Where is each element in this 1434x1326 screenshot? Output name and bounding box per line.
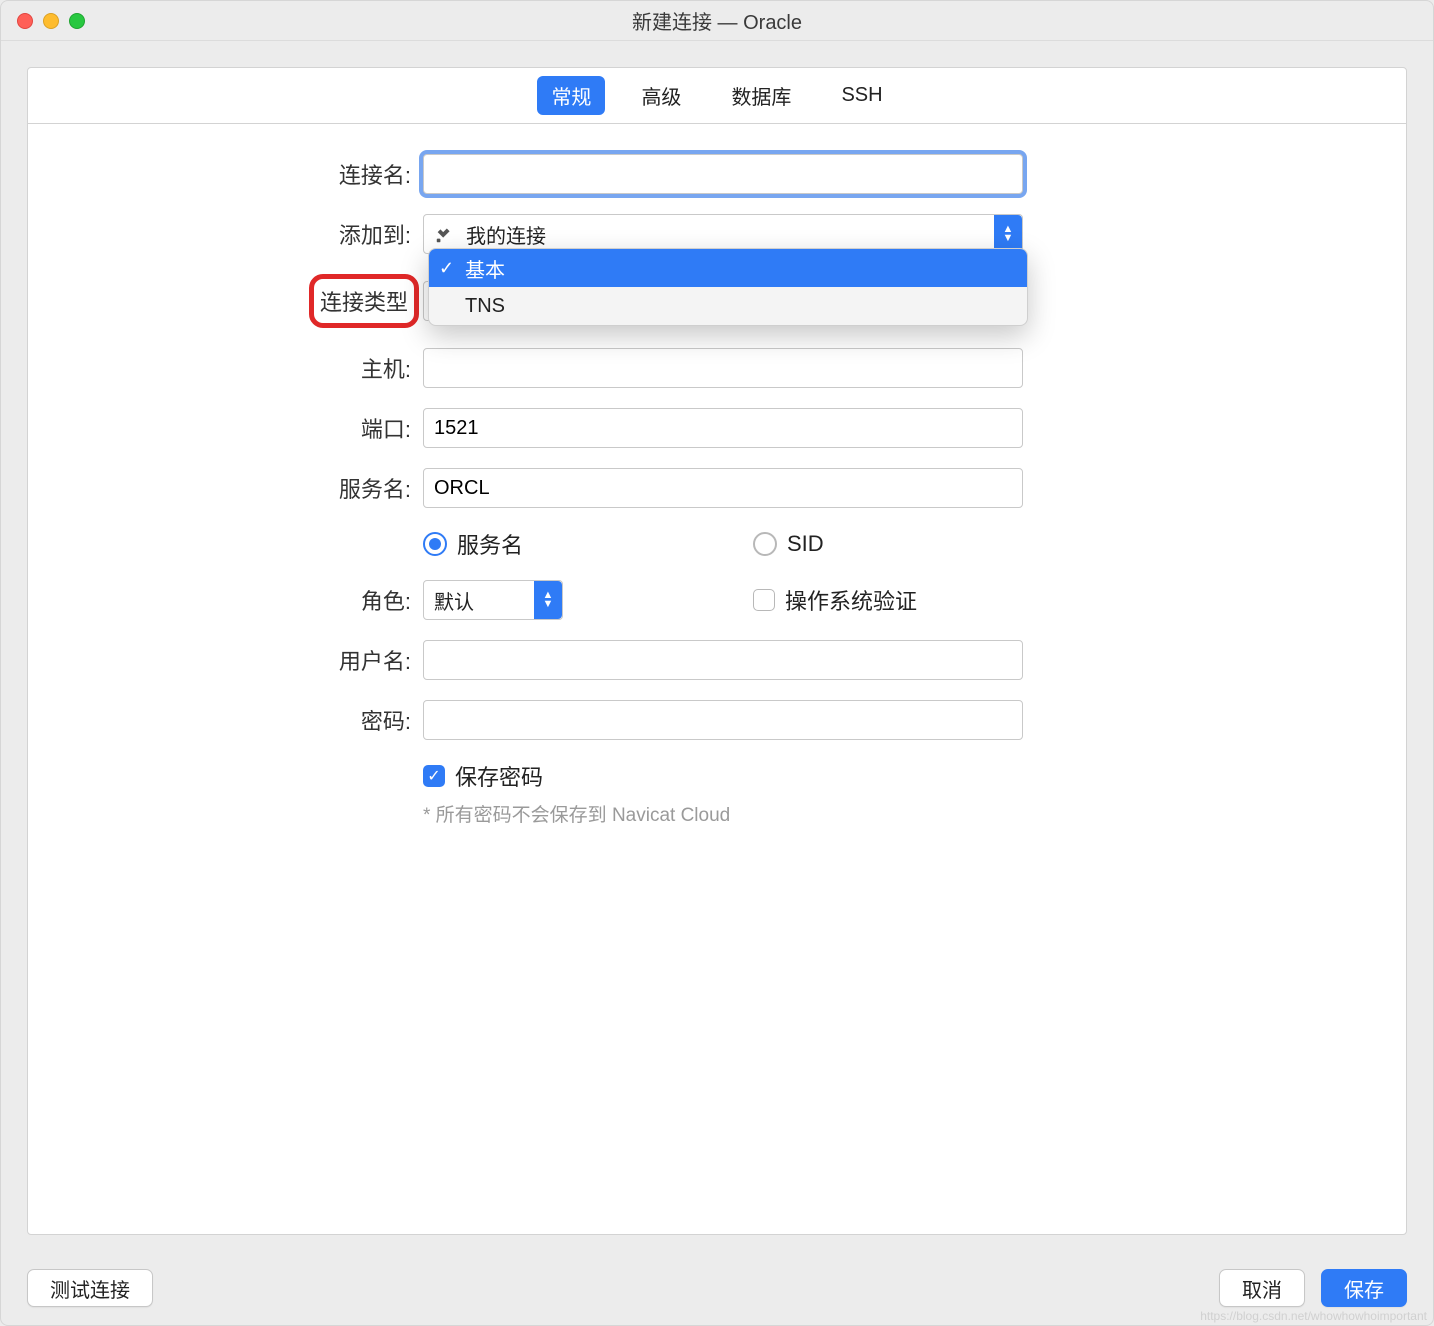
tab-general[interactable]: 常规: [537, 76, 605, 115]
cancel-button[interactable]: 取消: [1219, 1269, 1305, 1307]
window-title: 新建连接 — Oracle: [1, 6, 1433, 35]
tabs: 常规 高级 数据库 SSH: [28, 68, 1406, 124]
add-to-value: 我的连接: [466, 220, 546, 249]
host-label: 主机:: [28, 352, 423, 384]
role-label: 角色:: [28, 584, 423, 616]
titlebar: 新建连接 — Oracle: [1, 1, 1433, 41]
connection-name-input[interactable]: [423, 154, 1023, 194]
username-input[interactable]: [423, 640, 1023, 680]
host-input[interactable]: [423, 348, 1023, 388]
form: 连接名: 添加到: 我的连接 ▲▼: [28, 124, 1406, 827]
tab-database[interactable]: 数据库: [717, 76, 805, 115]
sid-radio[interactable]: [753, 532, 777, 556]
password-label: 密码:: [28, 704, 423, 736]
dialog-footer: 测试连接 取消 保存: [27, 1269, 1407, 1307]
dropdown-option-basic[interactable]: ✓ 基本: [429, 249, 1027, 287]
role-select[interactable]: 默认 ▲▼: [423, 580, 563, 620]
password-hint: * 所有密码不会保存到 Navicat Cloud: [423, 800, 730, 827]
password-input[interactable]: [423, 700, 1023, 740]
save-password-checkbox[interactable]: ✓: [423, 765, 445, 787]
port-label: 端口:: [28, 412, 423, 444]
content-panel: 常规 高级 数据库 SSH 连接名: 添加到: 我的连接: [27, 67, 1407, 1235]
check-icon: ✓: [439, 258, 454, 279]
new-connection-window: 新建连接 — Oracle 常规 高级 数据库 SSH 连接名: 添加到:: [0, 0, 1434, 1326]
service-name-radio-label: 服务名: [457, 528, 523, 560]
save-button[interactable]: 保存: [1321, 1269, 1407, 1307]
port-input[interactable]: [423, 408, 1023, 448]
add-to-label: 添加到:: [28, 218, 423, 250]
connection-name-label: 连接名:: [28, 158, 423, 190]
chevron-updown-icon: ▲▼: [534, 581, 562, 619]
username-label: 用户名:: [28, 644, 423, 676]
test-connection-button[interactable]: 测试连接: [27, 1269, 153, 1307]
tab-ssh[interactable]: SSH: [827, 79, 896, 112]
watermark: https://blog.csdn.net/whowhowhoimportant: [1200, 1309, 1427, 1323]
dropdown-option-tns[interactable]: TNS: [429, 287, 1027, 325]
tab-advanced[interactable]: 高级: [627, 76, 695, 115]
os-auth-checkbox[interactable]: [753, 589, 775, 611]
service-name-radio[interactable]: [423, 532, 447, 556]
connection-type-label: 连接类型: [309, 274, 419, 328]
plug-icon: [434, 223, 456, 245]
sid-radio-label: SID: [787, 531, 824, 557]
connection-type-dropdown[interactable]: ✓ 基本 TNS: [428, 248, 1028, 326]
save-password-label: 保存密码: [455, 760, 543, 792]
os-auth-label: 操作系统验证: [785, 584, 917, 616]
service-name-label: 服务名:: [28, 472, 423, 504]
service-name-input[interactable]: [423, 468, 1023, 508]
